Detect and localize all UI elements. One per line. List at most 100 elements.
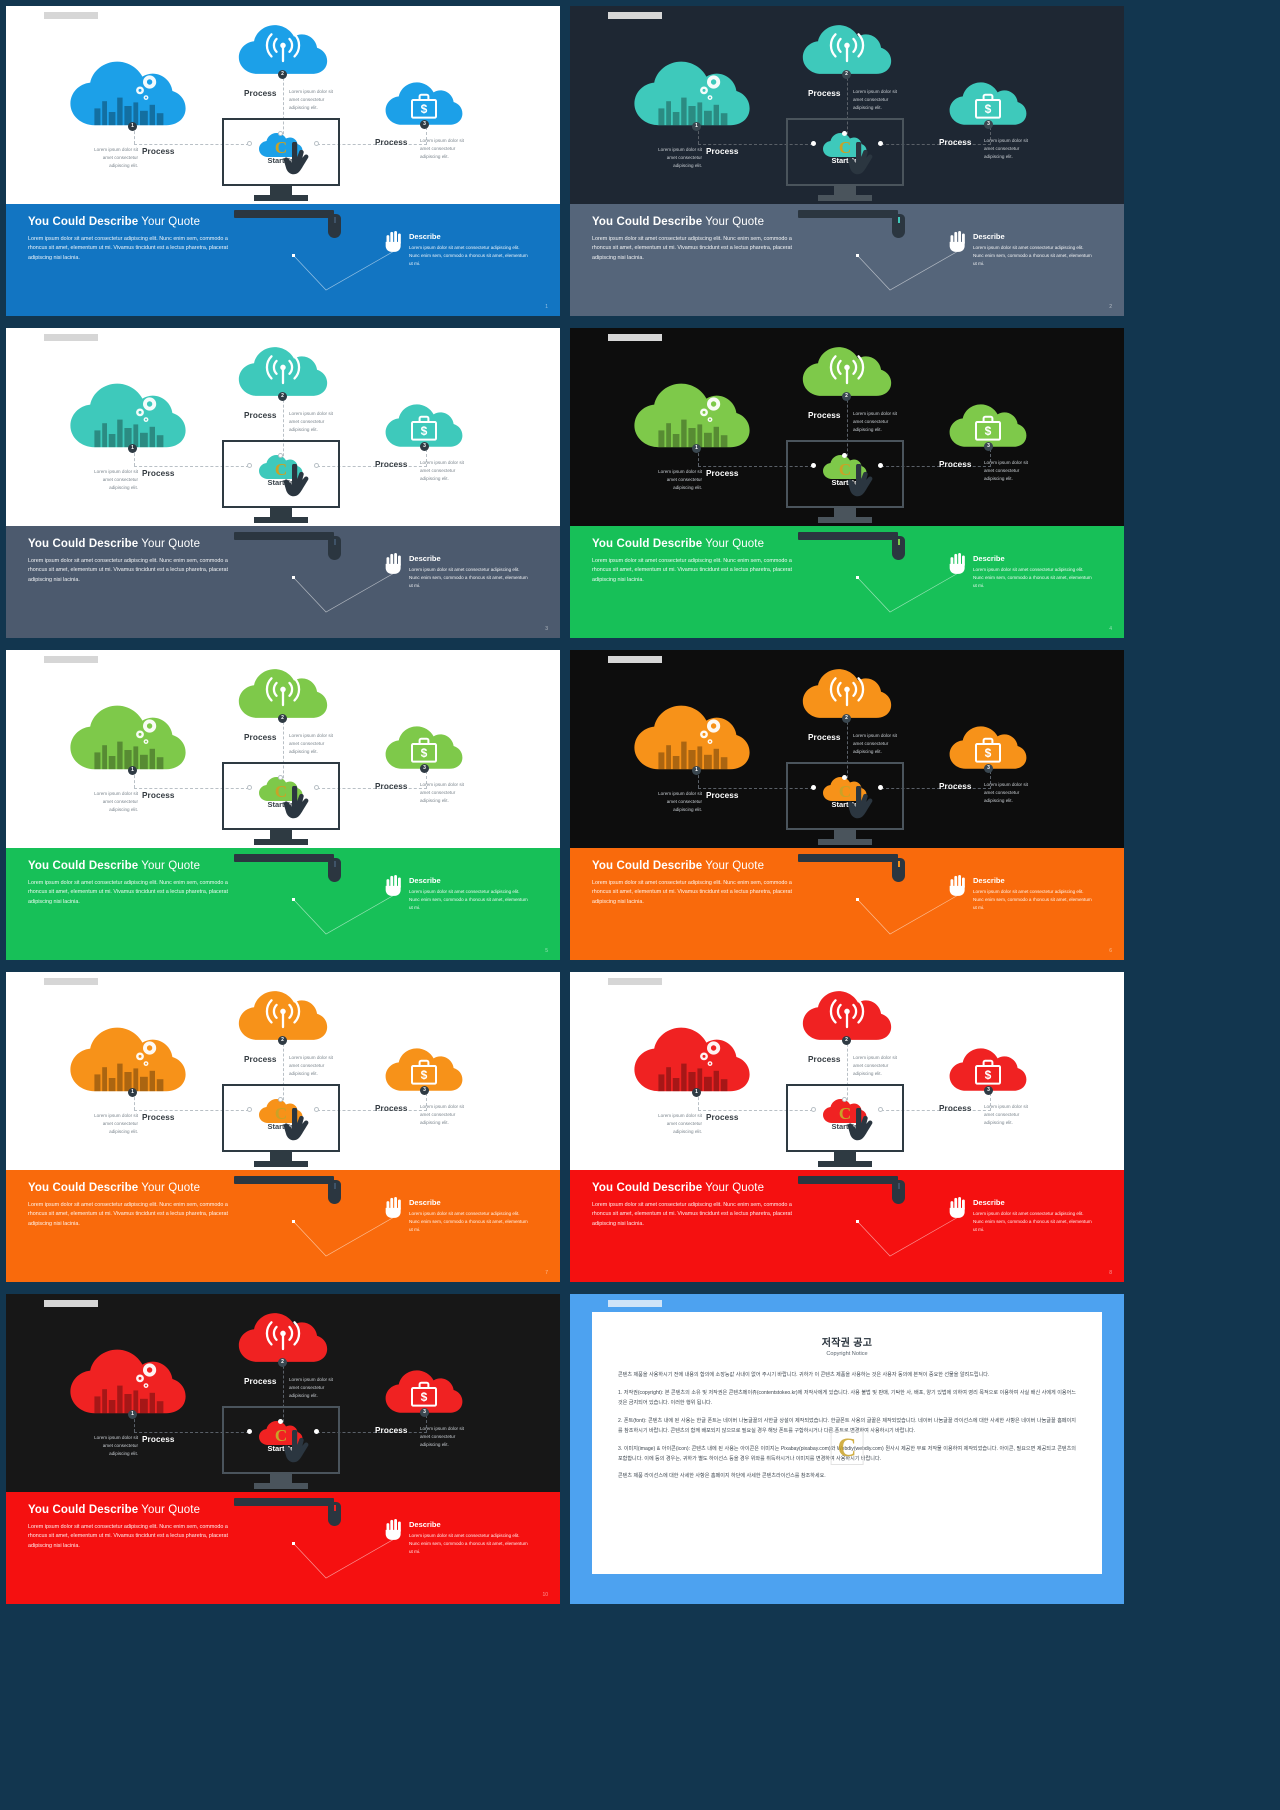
keyboard[interactable] — [234, 1176, 334, 1184]
process-badge-3: 3 — [420, 1408, 429, 1417]
process-badge-2: 2 — [842, 714, 851, 723]
process-cloud-3[interactable]: $ 3 — [948, 724, 1028, 773]
keyboard[interactable] — [798, 1176, 898, 1184]
quote-body: Lorem ipsum dolor sit amet consectetur a… — [592, 880, 793, 905]
monitor[interactable]: C StartUp — [786, 1084, 904, 1170]
slide-2[interactable]: 1 Process Lorem ipsum dolor sit amet con… — [570, 6, 1124, 316]
process-cloud-2[interactable]: 2 — [801, 988, 893, 1045]
process-cloud-1[interactable]: 1 — [68, 1346, 188, 1419]
process-cloud-1[interactable]: 1 — [68, 58, 188, 131]
monitor[interactable]: C StartUp — [786, 762, 904, 848]
process-cloud-2[interactable]: 2 — [237, 988, 329, 1045]
describe-block: Describe Lorem ipsum dolor sit amet cons… — [409, 876, 529, 911]
hand-icon — [384, 552, 404, 574]
process-cloud-2[interactable]: 2 — [801, 344, 893, 401]
process-cloud-3[interactable]: $ 3 — [384, 402, 464, 451]
process-cloud-3[interactable]: $ 3 — [948, 1046, 1028, 1095]
describe-block: Describe Lorem ipsum dolor sit amet cons… — [409, 1520, 529, 1555]
monitor[interactable]: C StartUp — [786, 118, 904, 204]
monitor[interactable]: C StartUp — [786, 440, 904, 526]
process-cloud-1[interactable]: 1 — [68, 380, 188, 453]
describe-block: Describe Lorem ipsum dolor sit amet cons… — [973, 876, 1093, 911]
monitor[interactable]: C StartUp — [222, 1084, 340, 1170]
mouse[interactable] — [892, 536, 905, 560]
monitor[interactable]: C StartUp — [222, 118, 340, 204]
slide-grid: 1 Process Lorem ipsum dolor sit amet con… — [0, 0, 1280, 1604]
process-cloud-3[interactable]: $ 3 — [948, 402, 1028, 451]
slide-5[interactable]: 1 Process Lorem ipsum dolor sit amet con… — [6, 650, 560, 960]
page-number: 1 — [545, 304, 548, 310]
describe-title: Describe — [973, 876, 1005, 885]
keyboard[interactable] — [234, 854, 334, 862]
mouse[interactable] — [892, 1180, 905, 1204]
process-cloud-1[interactable]: 1 — [632, 380, 752, 453]
process-cloud-2[interactable]: 2 — [237, 344, 329, 401]
keyboard[interactable] — [798, 532, 898, 540]
process-cloud-1[interactable]: 1 — [632, 1024, 752, 1097]
quote-title: You Could Describe Your Quote — [28, 216, 201, 228]
monitor-dot-top — [842, 1097, 847, 1102]
process-cloud-1[interactable]: 1 — [632, 702, 752, 775]
process-cloud-1[interactable]: 1 — [68, 702, 188, 775]
process-title-1: Process — [706, 147, 739, 156]
keyboard[interactable] — [234, 210, 334, 218]
process-cloud-1[interactable]: 1 — [68, 1024, 188, 1097]
process-cloud-3[interactable]: $ 3 — [384, 724, 464, 773]
process-title-1: Process — [706, 469, 739, 478]
process-cloud-3[interactable]: $ 3 — [948, 80, 1028, 129]
mouse[interactable] — [328, 214, 341, 238]
process-body-1: Lorem ipsum dolor sit amet consectetur a… — [94, 147, 138, 169]
mouse[interactable] — [328, 536, 341, 560]
gears-city-cloud-icon — [68, 1024, 188, 1096]
monitor[interactable]: C StartUp — [222, 440, 340, 526]
process-body-3: Lorem ipsum dolor sit amet consectetur a… — [984, 138, 1028, 160]
copyright-title: 저작권 공고 — [821, 1338, 873, 1349]
monitor[interactable]: C StartUp — [222, 1406, 340, 1492]
describe-block: Describe Lorem ipsum dolor sit amet cons… — [409, 554, 529, 589]
process-title-1: Process — [142, 791, 175, 800]
monitor[interactable]: C StartUp — [222, 762, 340, 848]
process-cloud-3[interactable]: $ 3 — [384, 1368, 464, 1417]
slide-9[interactable]: 1 Process Lorem ipsum dolor sit amet con… — [6, 1294, 560, 1604]
quote-body: Lorem ipsum dolor sit amet consectetur a… — [28, 236, 229, 261]
process-cloud-3[interactable]: $ 3 — [384, 80, 464, 129]
process-cloud-1[interactable]: 1 — [632, 58, 752, 131]
keyboard[interactable] — [798, 210, 898, 218]
process-cloud-2[interactable]: 2 — [237, 1310, 329, 1367]
process-cloud-2[interactable]: 2 — [801, 666, 893, 723]
mouse[interactable] — [328, 1180, 341, 1204]
process-body-3: Lorem ipsum dolor sit amet consectetur a… — [420, 460, 464, 482]
slide-3[interactable]: 1 Process Lorem ipsum dolor sit amet con… — [6, 328, 560, 638]
slide-copyright[interactable]: 저작권 공고 Copyright Notice 콘텐츠 제품을 사용하시기 전에… — [570, 1294, 1124, 1604]
keyboard[interactable] — [234, 1498, 334, 1506]
process-badge-1: 1 — [692, 1088, 701, 1097]
monitor-dot-right — [314, 1429, 319, 1434]
process-title-2: Process — [808, 733, 841, 742]
process-title-3: Process — [375, 1104, 408, 1113]
mouse[interactable] — [892, 214, 905, 238]
quote-title: You Could Describe Your Quote — [592, 860, 765, 872]
process-badge-1: 1 — [692, 444, 701, 453]
monitor-dot-top — [842, 453, 847, 458]
process-cloud-2[interactable]: 2 — [237, 22, 329, 79]
mouse[interactable] — [328, 858, 341, 882]
slide-7[interactable]: 1 Process Lorem ipsum dolor sit amet con… — [6, 972, 560, 1282]
monitor-dot-top — [278, 453, 283, 458]
slide-4[interactable]: 1 Process Lorem ipsum dolor sit amet con… — [570, 328, 1124, 638]
monitor-dot-left — [811, 1107, 816, 1112]
process-cloud-2[interactable]: 2 — [801, 22, 893, 79]
process-badge-1: 1 — [128, 1088, 137, 1097]
monitor-dot-left — [247, 463, 252, 468]
keyboard[interactable] — [234, 532, 334, 540]
process-cloud-3[interactable]: $ 3 — [384, 1046, 464, 1095]
slide-6[interactable]: 1 Process Lorem ipsum dolor sit amet con… — [570, 650, 1124, 960]
keyboard[interactable] — [798, 854, 898, 862]
mouse[interactable] — [328, 1502, 341, 1526]
process-cloud-2[interactable]: 2 — [237, 666, 329, 723]
process-title-1: Process — [142, 147, 175, 156]
mouse[interactable] — [892, 858, 905, 882]
slide-1[interactable]: 1 Process Lorem ipsum dolor sit amet con… — [6, 6, 560, 316]
slide-8[interactable]: 1 Process Lorem ipsum dolor sit amet con… — [570, 972, 1124, 1282]
quote-body: Lorem ipsum dolor sit amet consectetur a… — [28, 558, 229, 583]
process-body-2: Lorem ipsum dolor sit amet consectetur a… — [853, 89, 897, 111]
